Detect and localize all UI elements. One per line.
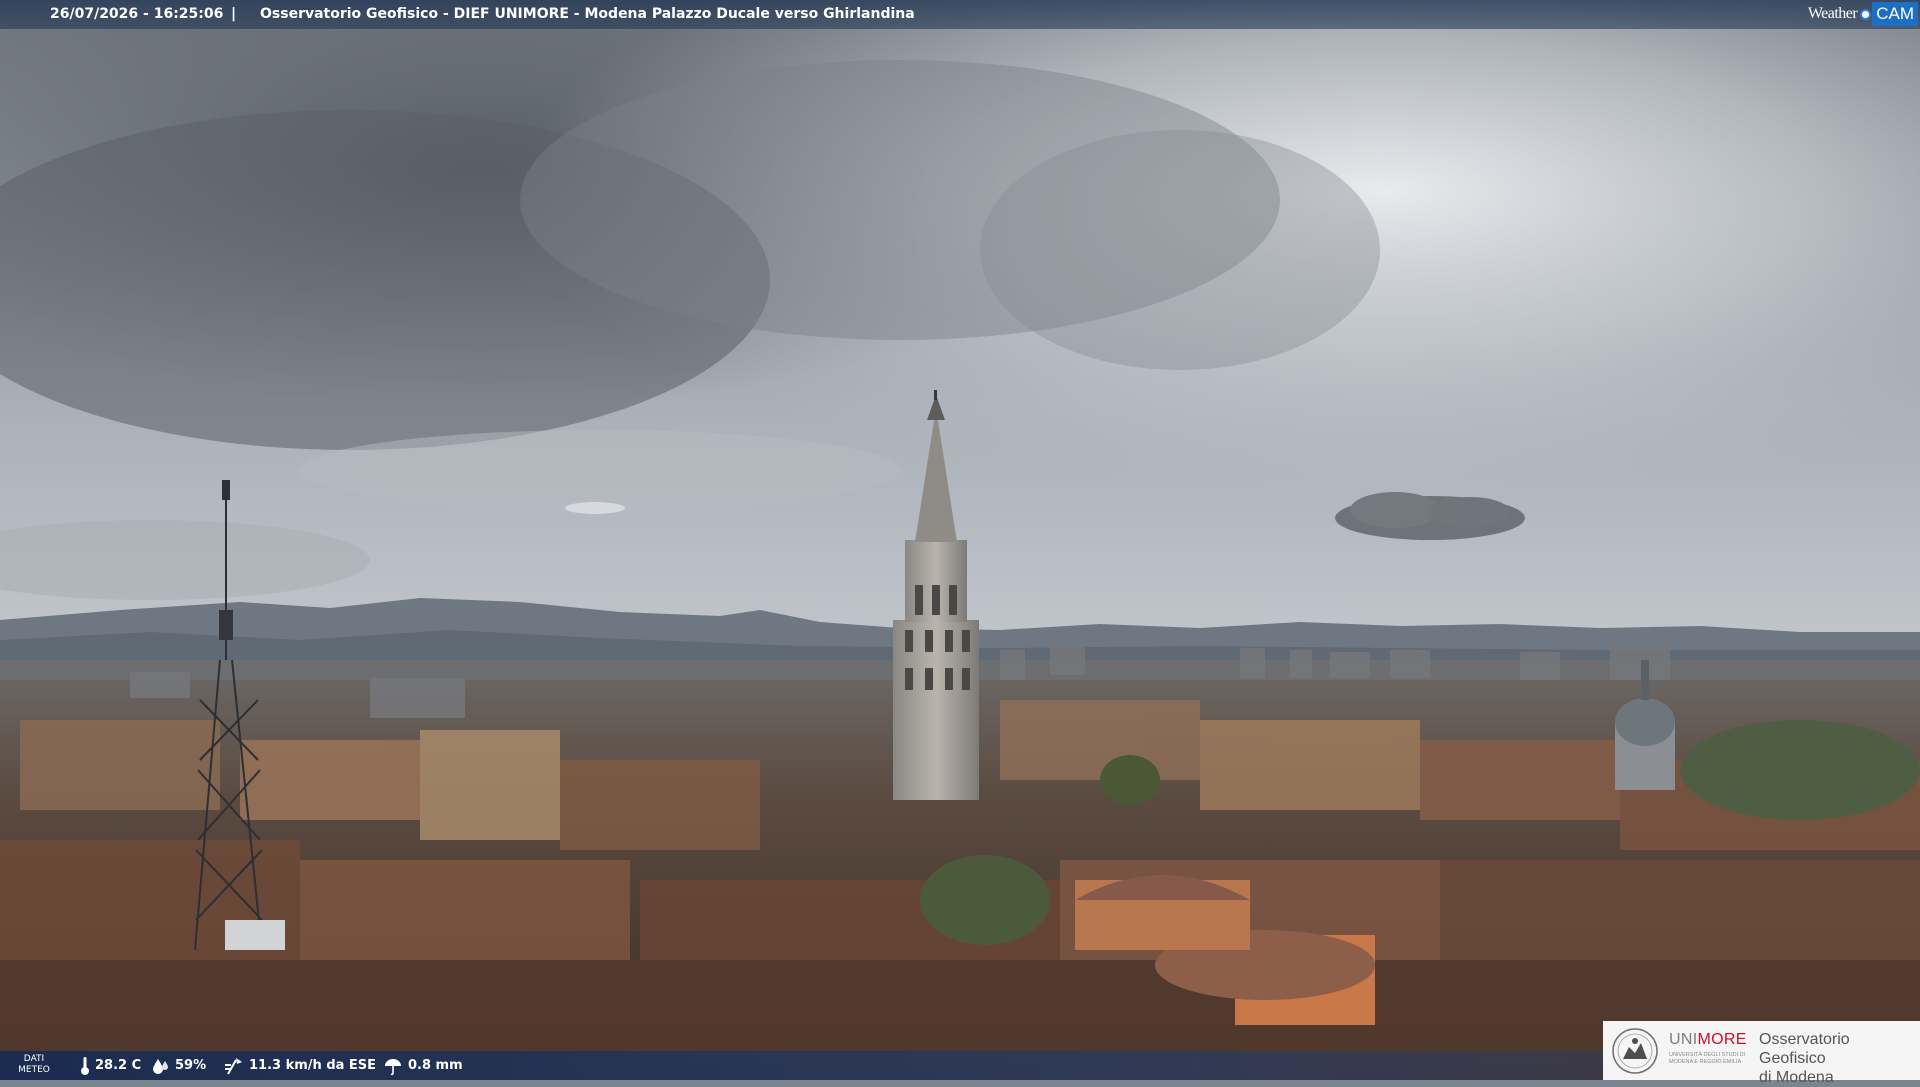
temperature-value: 28.2 C	[95, 1058, 142, 1073]
thermometer-icon	[81, 1056, 89, 1075]
webcam-image	[0, 0, 1920, 1080]
logo-cam-text: CAM	[1872, 2, 1918, 26]
camera-title: Osservatorio Geofisico - DIEF UNIMORE - …	[260, 6, 915, 22]
wind-icon	[225, 1057, 242, 1074]
rain-reading: 0.8 mm	[383, 1051, 463, 1080]
unimore-observatory-logo[interactable]: UNIMORE UNIVERSITÀ DEGLI STUDI DI MODENA…	[1603, 1021, 1920, 1086]
header-separator: |	[231, 6, 237, 22]
unimore-name: UNIMORE	[1669, 1031, 1747, 1048]
logo-dot-icon	[1860, 8, 1872, 20]
wind-value: 11.3 km/h da ESE	[249, 1058, 377, 1073]
umbrella-icon	[385, 1058, 401, 1075]
wind-reading: 11.3 km/h da ESE	[224, 1051, 376, 1080]
unimore-subtitle: UNIVERSITÀ DEGLI STUDI DI MODENA E REGGI…	[1669, 1052, 1746, 1065]
humidity-reading: 59%	[152, 1051, 206, 1080]
university-seal-icon	[1612, 1028, 1658, 1074]
humidity-drops-icon	[153, 1058, 168, 1074]
logo-weather-text: Weather	[1807, 5, 1858, 22]
rain-value: 0.8 mm	[408, 1058, 463, 1073]
city-skyline-photo	[0, 0, 1920, 1080]
weathercam-logo[interactable]: Weather CAM	[1808, 2, 1918, 26]
top-info-bar: 26/07/2026 - 16:25:06 | Osservatorio Geo…	[0, 0, 1920, 29]
weather-data-bar: DATI METEO 28.2 C 59% 11.3 km/h da ESE 0…	[0, 1051, 1603, 1080]
temperature-reading: 28.2 C	[80, 1051, 141, 1080]
humidity-value: 59%	[175, 1058, 207, 1073]
weather-data-label: DATI METEO	[18, 1054, 50, 1075]
timestamp: 26/07/2026 - 16:25:06	[50, 6, 224, 22]
observatory-name: Osservatorio Geofisico di Modena	[1759, 1031, 1850, 1086]
